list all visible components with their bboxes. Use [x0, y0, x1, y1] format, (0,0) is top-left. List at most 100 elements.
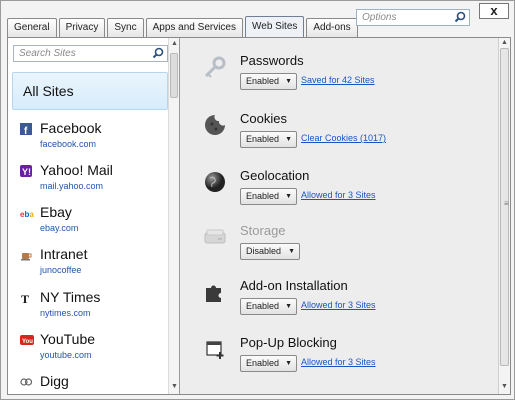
- tab-privacy[interactable]: Privacy: [58, 18, 106, 37]
- site-item-ebay[interactable]: ebay Ebay ebay.com: [20, 204, 170, 240]
- tab-strip: General Privacy Sync Apps and Services W…: [7, 16, 358, 37]
- site-item-intranet[interactable]: Intranet junocoffee: [20, 246, 170, 282]
- permission-dropdown[interactable]: Enabled ▼: [240, 73, 297, 90]
- permission-link[interactable]: Clear Cookies (1017): [301, 133, 386, 143]
- site-name: Yahoo! Mail: [40, 162, 113, 178]
- site-name: Facebook: [40, 120, 102, 136]
- facebook-icon: f: [20, 123, 32, 137]
- svg-text:Y!: Y!: [22, 167, 31, 177]
- permissions-list: Passwords Enabled ▼ Saved for 42 Sites Co…: [181, 38, 498, 394]
- nytimes-icon: T: [20, 292, 32, 306]
- dropdown-value: Enabled: [246, 191, 280, 201]
- site-search-placeholder: Search Sites: [19, 48, 76, 59]
- search-icon[interactable]: [152, 47, 164, 64]
- tab-add-ons[interactable]: Add-ons: [306, 18, 358, 37]
- dropdown-value: Enabled: [246, 301, 280, 311]
- dropdown-value: Enabled: [246, 134, 280, 144]
- permission-link[interactable]: Saved for 42 Sites: [301, 75, 375, 85]
- search-icon[interactable]: [454, 11, 466, 28]
- site-url: junocoffee: [40, 265, 82, 275]
- main-scroll-thumb[interactable]: ≡: [500, 48, 509, 366]
- permission-title: Cookies: [240, 111, 287, 126]
- permission-title: Passwords: [240, 53, 304, 68]
- scroll-down-icon[interactable]: ▼: [171, 383, 178, 390]
- chevron-down-icon: ▼: [285, 303, 292, 310]
- sidebar-scrollbar[interactable]: ▲ ▼: [168, 38, 179, 394]
- site-item-digg[interactable]: Digg: [20, 373, 170, 394]
- site-item-youtube[interactable]: You YouTube youtube.com: [20, 331, 170, 367]
- site-name: YouTube: [40, 331, 96, 347]
- site-search-input[interactable]: Search Sites: [13, 45, 168, 62]
- site-url: mail.yahoo.com: [40, 181, 104, 191]
- scroll-down-icon[interactable]: ▼: [501, 383, 508, 390]
- storage-drive-icon: [203, 225, 227, 249]
- scroll-up-icon[interactable]: ▲: [501, 39, 508, 46]
- site-url: facebook.com: [40, 139, 97, 149]
- ebay-icon: ebay: [20, 207, 39, 219]
- svg-text:T: T: [21, 292, 29, 304]
- permission-link[interactable]: Allowed for 3 Sites: [301, 190, 376, 200]
- cookie-icon: [203, 113, 227, 137]
- chevron-down-icon: ▼: [285, 360, 292, 367]
- permission-link[interactable]: Allowed for 3 Sites: [301, 357, 376, 367]
- site-name: Intranet: [40, 246, 88, 262]
- sites-sidebar: Search Sites All Sites f Facebook facebo…: [8, 38, 180, 394]
- permission-title: Add-on Installation: [240, 278, 348, 293]
- coffee-cup-icon: [20, 249, 32, 261]
- scroll-up-icon[interactable]: ▲: [171, 40, 178, 47]
- permission-pop-up-blocking: Pop-Up Blocking Enabled ▼ Allowed for 3 S…: [203, 335, 493, 383]
- yahoo-icon: Y!: [20, 165, 32, 177]
- permission-title: Pop-Up Blocking: [240, 335, 337, 350]
- web-sites-panel: Search Sites All Sites f Facebook facebo…: [7, 37, 511, 395]
- site-url: nytimes.com: [40, 308, 91, 318]
- permission-dropdown[interactable]: Enabled ▼: [240, 131, 297, 148]
- site-name: NY Times: [40, 289, 101, 305]
- permission-link[interactable]: Allowed for 3 Sites: [301, 300, 376, 310]
- permission-title: Geolocation: [240, 168, 310, 183]
- chevron-down-icon: ▼: [285, 193, 292, 200]
- sidebar-scroll-thumb[interactable]: [170, 53, 178, 98]
- permission-geolocation: Geolocation Enabled ▼ Allowed for 3 Sites: [203, 168, 493, 216]
- tab-web-sites[interactable]: Web Sites: [245, 16, 305, 37]
- dropdown-value: Disabled: [246, 246, 282, 256]
- globe-icon: [203, 170, 227, 194]
- digg-icon: [20, 376, 33, 388]
- tab-sync[interactable]: Sync: [107, 18, 144, 37]
- youtube-icon: You: [20, 334, 34, 346]
- site-item-yahoo-mail[interactable]: Y! Yahoo! Mail mail.yahoo.com: [20, 162, 170, 198]
- options-search-placeholder: Options: [362, 12, 397, 23]
- dropdown-value: Enabled: [246, 358, 280, 368]
- close-button[interactable]: x: [479, 3, 509, 19]
- site-name: Ebay: [40, 204, 72, 220]
- popup-window-icon: [203, 337, 227, 361]
- main-scrollbar[interactable]: ▲ ≡ ▼: [498, 38, 510, 394]
- permission-storage: Storage Disabled ▼: [203, 223, 493, 271]
- chevron-down-icon: ▼: [285, 136, 292, 143]
- site-name: Digg: [40, 373, 69, 389]
- options-window: General Privacy Sync Apps and Services W…: [0, 0, 515, 400]
- all-sites-item[interactable]: All Sites: [12, 72, 168, 110]
- permission-title: Storage: [240, 223, 286, 238]
- permission-dropdown[interactable]: Disabled ▼: [240, 243, 300, 260]
- permission-add-on-installation: Add-on Installation Enabled ▼ Allowed for…: [203, 278, 493, 326]
- chevron-down-icon: ▼: [288, 248, 295, 255]
- scroll-grip-icon: ≡: [504, 199, 509, 208]
- tab-general[interactable]: General: [7, 18, 57, 37]
- permission-dropdown[interactable]: Enabled ▼: [240, 298, 297, 315]
- site-item-ny-times[interactable]: T NY Times nytimes.com: [20, 289, 170, 325]
- key-icon: [203, 55, 227, 79]
- site-item-facebook[interactable]: f Facebook facebook.com: [20, 120, 170, 156]
- permission-cookies: Cookies Enabled ▼ Clear Cookies (1017): [203, 111, 493, 159]
- options-search-input[interactable]: Options: [356, 9, 470, 26]
- permission-dropdown[interactable]: Enabled ▼: [240, 188, 297, 205]
- svg-text:You: You: [22, 339, 33, 345]
- tab-apps-and-services[interactable]: Apps and Services: [145, 18, 243, 37]
- chevron-down-icon: ▼: [285, 78, 292, 85]
- site-url: ebay.com: [40, 223, 79, 233]
- permission-passwords: Passwords Enabled ▼ Saved for 42 Sites: [203, 53, 493, 101]
- puzzle-piece-icon: [203, 280, 227, 304]
- svg-text:ebay: ebay: [20, 210, 34, 219]
- site-url: youtube.com: [40, 350, 92, 360]
- dropdown-value: Enabled: [246, 76, 280, 86]
- permission-dropdown[interactable]: Enabled ▼: [240, 355, 297, 372]
